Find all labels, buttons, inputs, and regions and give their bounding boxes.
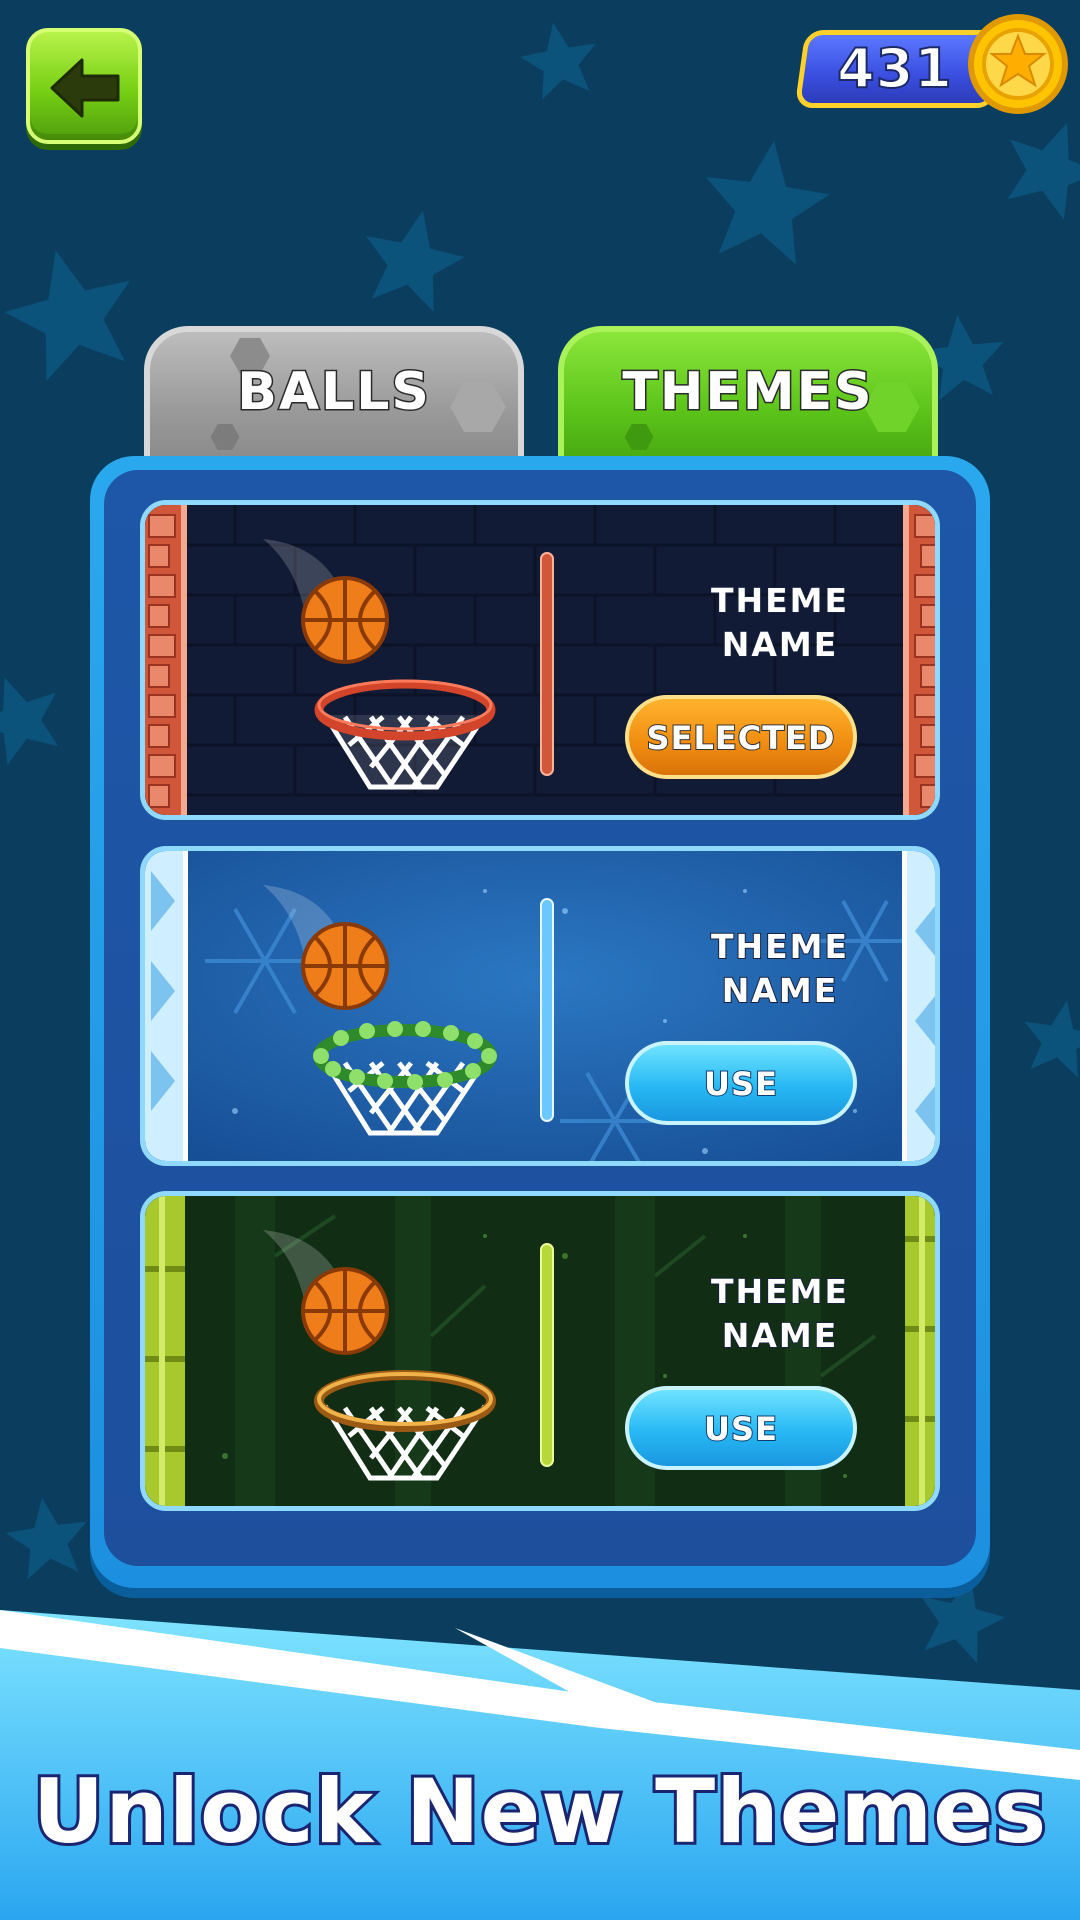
hexagon-decoration [624,424,654,450]
theme-name: THEME NAME [710,1271,850,1356]
basketball-icon [301,576,389,664]
bottom-banner [0,1610,1080,1920]
tab-themes-label: THEMES [621,361,874,424]
theme-card-brick[interactable]: THEME NAME SELECTED [140,500,940,820]
back-button[interactable] [26,28,142,144]
theme-name: THEME NAME [710,926,850,1011]
tab-balls[interactable]: BALLS [144,326,524,462]
basketball-icon [301,922,389,1010]
selected-button[interactable]: SELECTED [625,695,857,779]
basketball-icon [301,1267,389,1355]
theme-name: THEME NAME [710,580,850,665]
headline: Unlock New Themes [30,1757,1049,1866]
hexagon-decoration [210,424,240,450]
back-arrow-icon [50,58,120,118]
use-button[interactable]: USE [625,1386,857,1470]
tab-balls-label: BALLS [236,361,431,424]
coin-count: 431 [836,36,953,101]
theme-card-ice[interactable]: THEME NAME USE [140,846,940,1166]
theme-card-bamboo[interactable]: THEME NAME USE [140,1191,940,1511]
tab-themes[interactable]: THEMES [558,326,938,462]
star-coin-icon [968,14,1068,114]
use-button[interactable]: USE [625,1041,857,1125]
